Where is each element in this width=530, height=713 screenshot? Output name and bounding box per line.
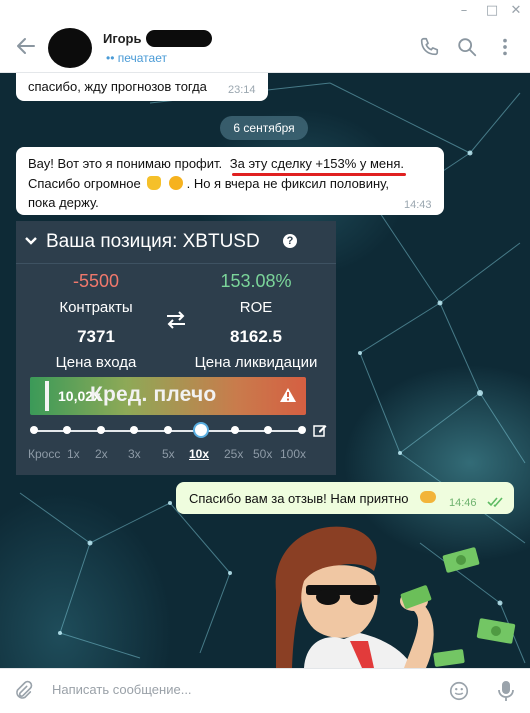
- tick-50x: 50x: [253, 447, 273, 461]
- message-text: Спасибо вам за отзыв! Нам приятно: [189, 491, 409, 506]
- liquidation-price-label: Цена ликвидации: [194, 354, 318, 371]
- tick-100x: 100x: [280, 447, 307, 461]
- roe-label: ROE: [239, 299, 273, 316]
- chevron-down-icon: [25, 237, 37, 245]
- chat-area[interactable]: спасибо, жду прогнозов тогда 23:14 6 сен…: [0, 73, 530, 668]
- slider-stop: [298, 426, 306, 434]
- message-line-1: Вау! Вот это я понимаю профит. За эту сд…: [28, 156, 404, 171]
- message-text: . Но я вчера не фиксил половину,: [186, 176, 389, 191]
- contact-name[interactable]: Игорь: [103, 31, 141, 46]
- double-check-icon: [487, 497, 503, 508]
- leverage-bar: 10,02x Кред. плечо: [30, 377, 306, 415]
- tick-cross: Кросс: [28, 447, 61, 461]
- paperclip-icon[interactable]: [12, 680, 34, 702]
- slider-stop: [231, 426, 239, 434]
- message-time: 14:43: [404, 199, 432, 211]
- slider-stop: [164, 426, 172, 434]
- entry-price-value: 7371: [77, 327, 115, 346]
- date-separator: 6 сентября: [220, 116, 308, 140]
- message-line-2: Спасибо огромное . Но я вчера не фиксил …: [28, 176, 389, 191]
- message-text: Вау! Вот это я понимаю профит.: [28, 156, 223, 171]
- minimize-button[interactable]: –: [455, 2, 473, 20]
- slider-stop: [130, 426, 138, 434]
- tick-10x-selected: 10x: [189, 447, 210, 461]
- sticker-man-with-money[interactable]: [264, 521, 524, 668]
- edit-icon: [313, 425, 327, 437]
- position-title: Ваша позиция: XBTUSD: [46, 231, 260, 252]
- message-text: Спасибо огромное: [28, 176, 141, 191]
- maximize-button[interactable]: □: [483, 2, 501, 20]
- slider-stop: [63, 426, 71, 434]
- phone-icon[interactable]: [418, 36, 440, 58]
- roe-value: 153.08%: [220, 271, 292, 291]
- message-text: пока держу.: [28, 195, 99, 210]
- victory-hand-icon: [147, 176, 162, 190]
- swap-arrows-icon: [167, 311, 185, 329]
- divider: [16, 263, 336, 264]
- tick-3x: 3x: [128, 447, 141, 461]
- tick-2x: 2x: [95, 447, 108, 461]
- redaction-scribble: [146, 30, 212, 47]
- slider-thumb: [193, 422, 209, 438]
- tick-5x: 5x: [162, 447, 175, 461]
- avatar[interactable]: [48, 28, 92, 68]
- chat-header: Игорь •• печатает: [0, 22, 530, 73]
- incoming-message[interactable]: спасибо, жду прогнозов тогда 23:14: [16, 73, 268, 101]
- leverage-label: Кред. плечо: [90, 383, 217, 406]
- contracts-value: -5500: [72, 271, 120, 291]
- more-icon[interactable]: [494, 36, 516, 58]
- message-input-bar: Написать сообщение...: [0, 668, 530, 713]
- typing-status: •• печатает: [106, 51, 167, 65]
- message-time: 23:14: [228, 84, 256, 96]
- handshake-icon: [420, 491, 436, 503]
- highlighted-text: За эту сделку +153% у меня.: [229, 156, 404, 171]
- warning-icon: [280, 388, 296, 402]
- back-arrow-icon[interactable]: [14, 34, 38, 58]
- incoming-message[interactable]: Вау! Вот это я понимаю профит. За эту сд…: [16, 147, 444, 215]
- slider-stop: [264, 426, 272, 434]
- close-button[interactable]: ✕: [507, 2, 525, 20]
- window-titlebar: – □ ✕: [0, 0, 530, 22]
- slider-stop: [97, 426, 105, 434]
- emoji-icon[interactable]: [448, 680, 470, 702]
- liquidation-price-value: 8162.5: [230, 327, 282, 346]
- tick-25x: 25x: [224, 447, 244, 461]
- slider-stop: [30, 426, 38, 434]
- outgoing-message[interactable]: Спасибо вам за отзыв! Нам приятно 14:46: [176, 482, 514, 514]
- question-icon: ?: [283, 234, 297, 248]
- tick-1x: 1x: [67, 447, 80, 461]
- entry-price-label: Цена входа: [55, 354, 137, 371]
- leverage-handle: [45, 381, 49, 411]
- position-card-image[interactable]: Ваша позиция: XBTUSD ? -5500 Контракты 1…: [16, 221, 336, 475]
- message-text: спасибо, жду прогнозов тогда: [28, 79, 207, 94]
- search-icon[interactable]: [456, 36, 478, 58]
- contracts-label: Контракты: [59, 299, 133, 316]
- message-time: 14:46: [449, 497, 477, 509]
- microphone-icon[interactable]: [495, 679, 517, 703]
- message-input[interactable]: Написать сообщение...: [52, 682, 192, 697]
- smile-icon: [168, 176, 183, 190]
